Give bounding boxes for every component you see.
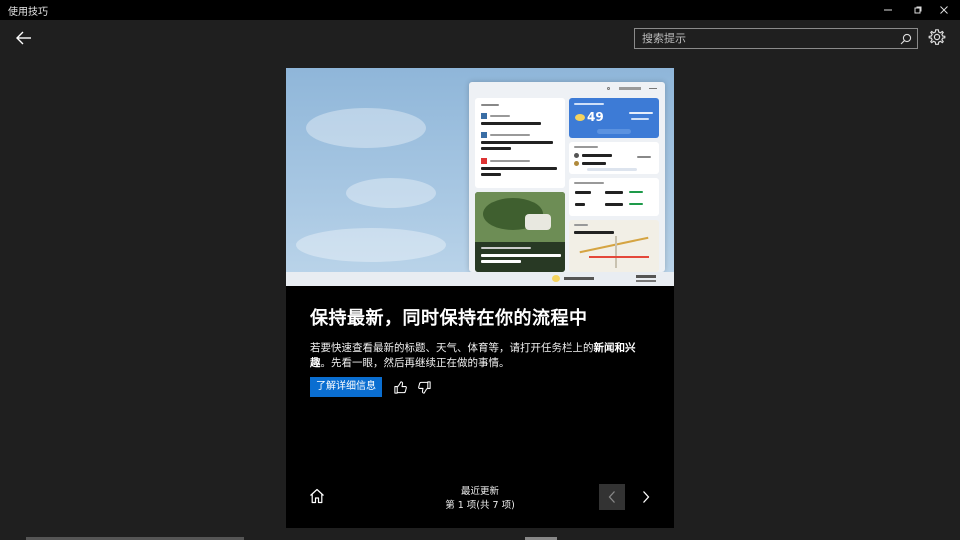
window-title: 使用技巧: [8, 7, 48, 18]
maximize-icon: [914, 6, 922, 14]
search-icon[interactable]: [899, 32, 913, 46]
tip-headline: 保持最新，同时保持在你的流程中: [310, 308, 588, 329]
tip-description: 若要快速查看最新的标题、天气、体育等，请打开任务栏上的新闻和兴趣。先看一眼，然后…: [310, 341, 650, 371]
back-button[interactable]: [12, 27, 36, 49]
search-input[interactable]: [635, 29, 895, 48]
close-icon: [940, 6, 948, 14]
pager-info: 最近更新 第 1 项(共 7 项): [386, 485, 574, 513]
arrow-left-icon: [16, 31, 31, 45]
tip-text: 保持最新，同时保持在你的流程中 若要快速查看最新的标题、天气、体育等，请打开任务…: [310, 304, 660, 371]
news-widget-panel: 49: [469, 82, 665, 272]
tip-illustration: 49: [286, 68, 674, 286]
search-box: [634, 28, 918, 49]
thumbs-down-icon: [417, 380, 431, 394]
learn-more-button[interactable]: 了解详细信息: [310, 377, 382, 397]
tip-card: 49 保持最新，同时保持在你的流程中 若要快速查看最新的标题、天气、体育等，请打…: [286, 68, 674, 528]
close-button[interactable]: [928, 0, 960, 20]
next-button[interactable]: [633, 484, 659, 510]
gear-icon[interactable]: [928, 28, 946, 46]
minimize-button[interactable]: [872, 0, 904, 20]
previous-button[interactable]: [599, 484, 625, 510]
chevron-right-icon: [643, 491, 650, 503]
position-label: 第 1 项(共 7 项): [445, 500, 515, 511]
description-text: 若要快速查看最新的标题、天气、体育等，请打开任务栏上的: [310, 342, 594, 354]
section-label: 最近更新: [460, 486, 499, 497]
minimize-icon: [884, 9, 892, 11]
tip-actions: 了解详细信息: [310, 377, 433, 397]
description-text-end: 。先看一眼，然后再继续正在做的事情。: [320, 357, 510, 369]
title-bar: 使用技巧: [0, 0, 960, 20]
chevron-left-icon: [608, 491, 615, 503]
like-button[interactable]: [391, 378, 409, 396]
thumbs-up-icon: [393, 380, 407, 394]
dislike-button[interactable]: [415, 378, 433, 396]
taskbar-illustration: [286, 272, 674, 286]
home-icon[interactable]: [308, 487, 326, 505]
